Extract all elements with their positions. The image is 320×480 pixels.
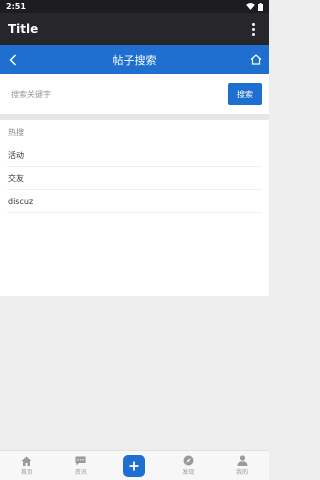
tab-label: 首页 xyxy=(20,468,33,476)
home-icon xyxy=(250,54,262,65)
tab-label: 发现 xyxy=(182,469,195,476)
status-time: 2:51 xyxy=(6,2,26,11)
page-title: 帖子搜索 xyxy=(112,53,157,67)
hot-search-title: 热搜 xyxy=(8,127,24,137)
tab-discover[interactable]: 发现 xyxy=(161,451,215,480)
plus-icon xyxy=(129,461,139,470)
app-bar: Title xyxy=(0,13,269,45)
user-icon xyxy=(237,455,248,466)
tab-news[interactable]: 资讯 xyxy=(54,451,108,480)
back-button[interactable] xyxy=(0,45,26,74)
tab-publish[interactable] xyxy=(108,451,162,480)
chevron-left-icon xyxy=(9,53,17,66)
tab-label: 我的 xyxy=(236,469,249,476)
tab-home[interactable]: 首页 xyxy=(0,451,54,480)
more-options-icon[interactable] xyxy=(245,18,261,40)
hot-search-item[interactable]: 活动 xyxy=(7,144,262,167)
status-icons xyxy=(246,2,263,11)
nav-bar: 帖子搜索 xyxy=(0,45,269,74)
search-button[interactable]: 搜索 xyxy=(228,83,262,105)
compass-icon xyxy=(183,455,194,466)
chat-icon xyxy=(75,456,86,465)
status-bar: 2:51 xyxy=(0,0,269,13)
tab-label: 资讯 xyxy=(74,468,87,476)
wifi-icon xyxy=(246,3,255,10)
tab-mine[interactable]: 我的 xyxy=(215,451,269,480)
search-input[interactable] xyxy=(7,83,228,105)
app-title: Title xyxy=(8,22,39,36)
hot-search-item[interactable]: 交友 xyxy=(7,167,262,190)
search-area: 搜索 xyxy=(0,74,269,114)
home-button[interactable] xyxy=(243,45,269,74)
home-icon xyxy=(21,456,32,466)
hot-search-item[interactable]: discuz xyxy=(7,190,262,213)
bottom-tab-bar: 首页 资讯 发现 我的 xyxy=(0,450,269,480)
hot-search-panel: 热搜 活动 交友 discuz xyxy=(0,120,269,296)
battery-icon xyxy=(258,2,263,11)
publish-button[interactable] xyxy=(123,454,146,477)
